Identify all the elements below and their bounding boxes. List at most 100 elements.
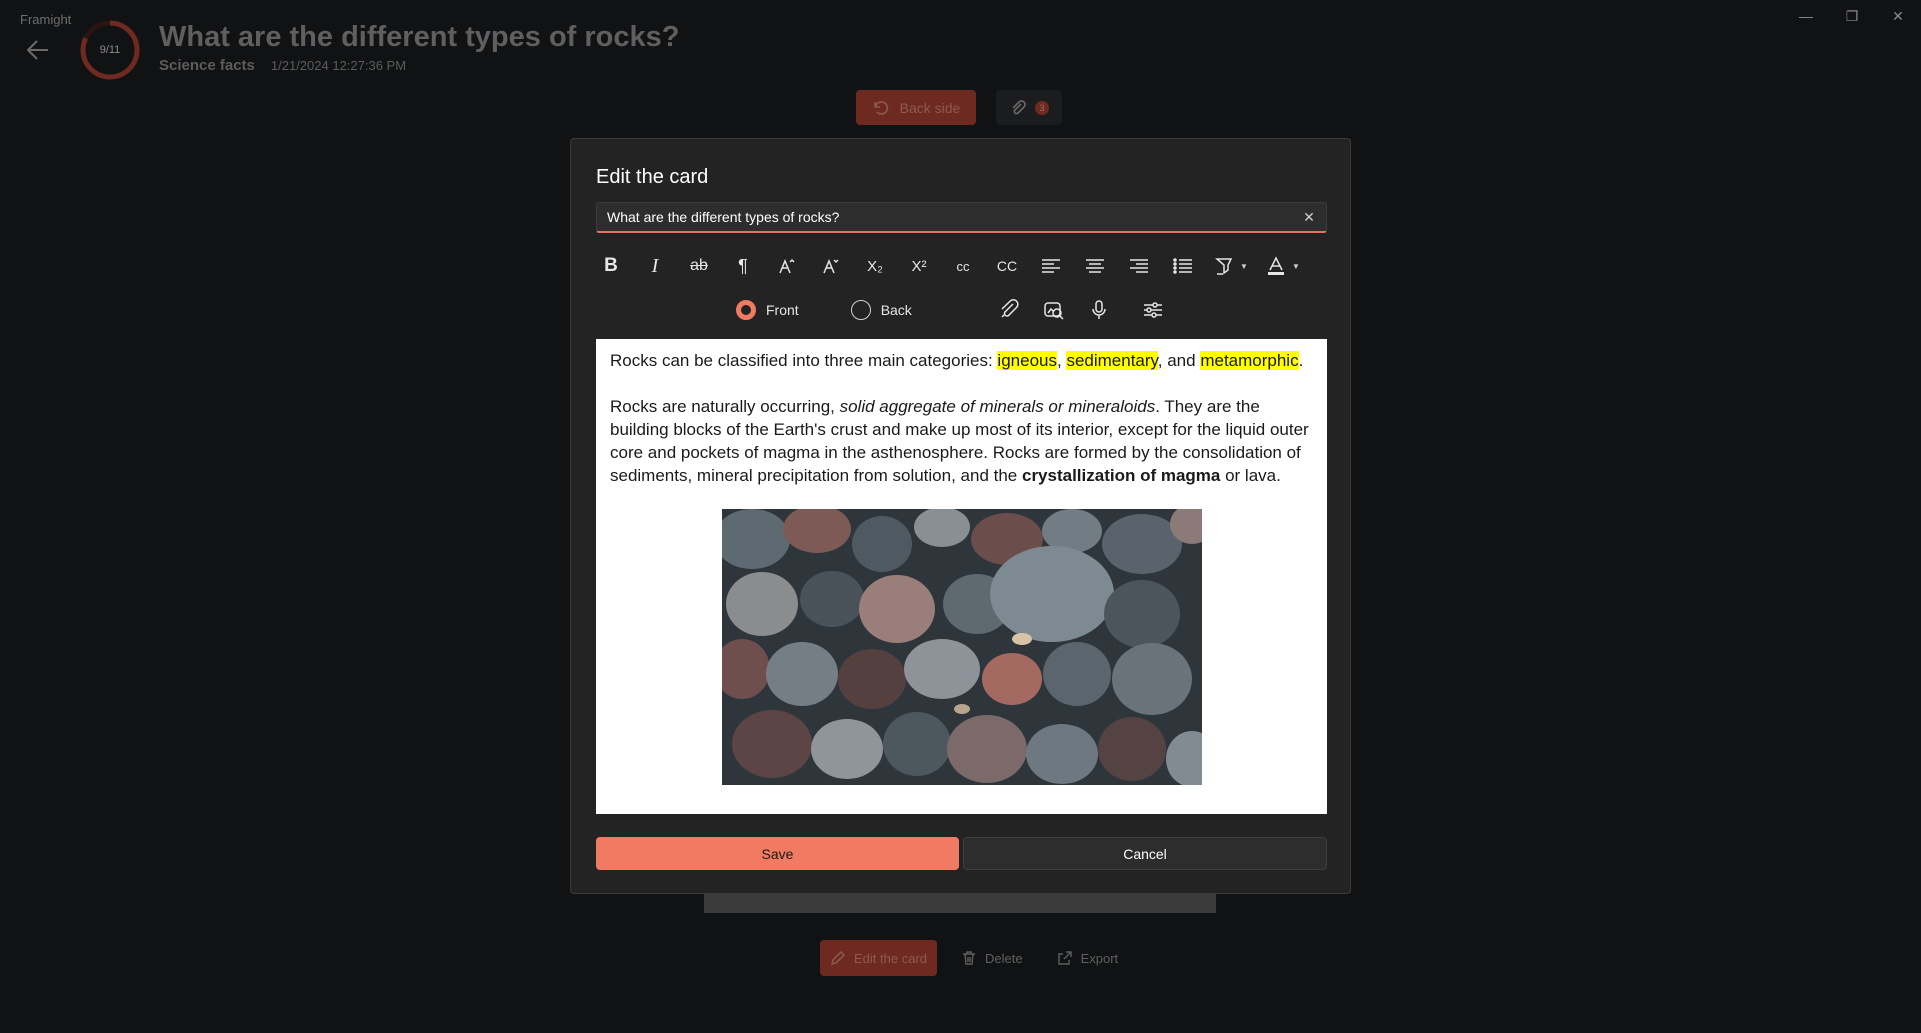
lowercase-icon: cc <box>956 258 970 274</box>
bold-button[interactable]: B <box>589 246 633 286</box>
record-audio-button[interactable] <box>1081 293 1117 327</box>
font-increase-icon <box>779 258 795 274</box>
text-run: Rocks are naturally occurring, <box>610 397 840 416</box>
editor-paragraph-2: Rocks are naturally occurring, solid agg… <box>610 395 1313 487</box>
text-run: . <box>1298 351 1304 370</box>
uppercase-button[interactable]: CC <box>985 246 1029 286</box>
maximize-button[interactable]: ❐ <box>1829 0 1875 32</box>
export-label: Export <box>1080 950 1119 966</box>
clear-icon[interactable]: ✕ <box>1300 208 1318 226</box>
save-button[interactable]: Save <box>596 837 959 870</box>
uppercase-icon: CC <box>996 258 1018 274</box>
close-window-button[interactable]: ✕ <box>1875 0 1921 32</box>
subscript-button[interactable]: X₂ <box>853 246 897 286</box>
image-button[interactable] <box>1036 293 1072 327</box>
delete-button[interactable]: Delete <box>951 940 1033 976</box>
highlighter-icon <box>1215 258 1233 275</box>
edit-card-dialog: Edit the card What are the different typ… <box>570 138 1351 894</box>
text-run: , and <box>1157 351 1201 370</box>
delete-label: Delete <box>985 950 1023 966</box>
paperclip-icon <box>1001 299 1019 318</box>
align-left-icon <box>1042 259 1060 273</box>
back-side-label: Back side <box>899 99 961 116</box>
italic-text: solid aggregate of minerals or mineraloi… <box>839 397 1156 416</box>
progress-ring: 9/11 <box>80 20 140 80</box>
attachment-count-badge: 3 <box>1035 100 1049 115</box>
bullet-list-icon <box>1173 258 1192 274</box>
bold-icon: B <box>604 255 618 276</box>
highlight-igneous: igneous <box>997 351 1057 370</box>
bold-text: crystallization of magma <box>1021 466 1221 485</box>
font-color-button[interactable]: ▼ <box>1257 246 1309 286</box>
front-radio[interactable]: Front <box>736 300 799 320</box>
settings-button[interactable] <box>1135 293 1171 327</box>
chevron-down-icon: ▼ <box>1240 261 1248 271</box>
back-side-button[interactable]: Back side <box>856 90 976 125</box>
font-decrease-icon <box>823 259 839 274</box>
format-toolbar: B I ab ¶ X₂ X² cc CC ▼ ▼ <box>589 245 1309 287</box>
sliders-icon <box>1144 302 1162 318</box>
card-meta: Science facts 1/21/2024 12:27:36 PM <box>159 57 406 74</box>
superscript-button[interactable]: X² <box>897 246 941 286</box>
pencil-icon <box>830 950 846 966</box>
close-icon: ✕ <box>1892 7 1904 24</box>
question-input-value: What are the different types of rocks? <box>607 209 840 225</box>
lowercase-button[interactable]: cc <box>941 246 985 286</box>
back-radio[interactable]: Back <box>850 300 912 320</box>
app-name: Framight <box>20 12 72 27</box>
maximize-icon: ❐ <box>1845 7 1859 24</box>
italic-button[interactable]: I <box>633 246 677 286</box>
align-center-button[interactable] <box>1073 246 1117 286</box>
rocks-image[interactable] <box>721 509 1202 785</box>
card-title: What are the different types of rocks? <box>159 21 680 53</box>
question-input[interactable]: What are the different types of rocks? ✕ <box>596 202 1327 233</box>
cancel-button[interactable]: Cancel <box>963 837 1327 870</box>
front-radio-dot <box>736 300 756 320</box>
edit-card-button[interactable]: Edit the card <box>820 940 937 976</box>
attach-button[interactable] <box>991 293 1027 327</box>
chevron-down-icon: ▼ <box>1292 261 1300 271</box>
dialog-title: Edit the card <box>596 166 709 188</box>
minimize-icon: — <box>1799 8 1813 24</box>
window-controls: — ❐ ✕ <box>1783 0 1921 32</box>
front-radio-label: Front <box>766 302 799 318</box>
paperclip-icon <box>1012 99 1026 114</box>
superscript-icon: X² <box>911 257 927 275</box>
edit-card-label: Edit the card <box>854 950 927 966</box>
deck-name: Science facts <box>159 57 255 74</box>
attachments-button[interactable]: 3 <box>996 90 1062 125</box>
font-color-icon <box>1268 256 1285 275</box>
align-left-button[interactable] <box>1029 246 1073 286</box>
grow-font-button[interactable] <box>765 246 809 286</box>
text-run: or lava. <box>1220 466 1281 485</box>
shrink-font-button[interactable] <box>809 246 853 286</box>
highlight-metamorphic: metamorphic <box>1200 351 1299 370</box>
bullet-list-button[interactable] <box>1161 246 1205 286</box>
progress-label: 9/11 <box>99 44 121 56</box>
minimize-button[interactable]: — <box>1783 0 1829 32</box>
side-selector: Front Back <box>736 293 964 327</box>
image-container <box>610 509 1313 785</box>
pilcrow-icon: ¶ <box>738 255 748 276</box>
back-button[interactable] <box>24 36 52 64</box>
paragraph-button[interactable]: ¶ <box>721 246 765 286</box>
trash-icon <box>963 951 975 965</box>
card-content-editor[interactable]: Rocks can be classified into three main … <box>596 339 1327 814</box>
card-date: 1/21/2024 12:27:36 PM <box>270 58 407 73</box>
highlight-sedimentary: sedimentary <box>1066 351 1158 370</box>
back-radio-dot <box>850 300 871 320</box>
highlight-color-button[interactable]: ▼ <box>1205 246 1257 286</box>
rocks-illustration <box>721 509 1202 785</box>
align-right-icon <box>1130 259 1148 273</box>
arrow-left-icon <box>26 40 48 60</box>
align-center-icon <box>1086 259 1104 273</box>
share-icon <box>1057 951 1072 965</box>
strikethrough-button[interactable]: ab <box>677 246 721 286</box>
strikethrough-icon: ab <box>690 257 708 274</box>
subscript-icon: X₂ <box>867 257 883 275</box>
export-button[interactable]: Export <box>1047 940 1129 976</box>
image-search-icon <box>1044 302 1064 320</box>
undo-icon <box>873 100 888 115</box>
card-action-bar: Edit the card Delete Export <box>820 940 1128 976</box>
align-right-button[interactable] <box>1117 246 1161 286</box>
